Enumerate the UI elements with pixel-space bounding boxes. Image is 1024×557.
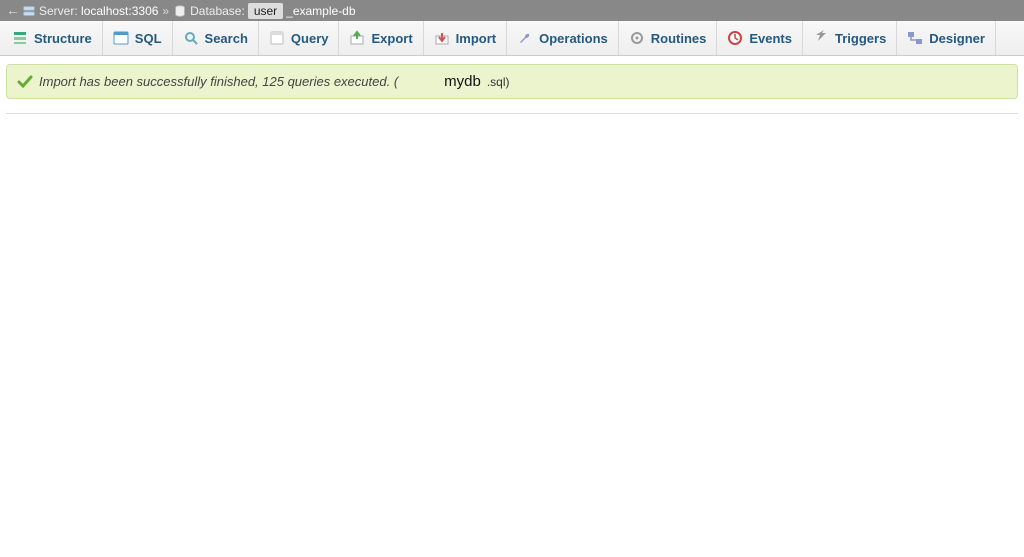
import-icon [434,30,450,46]
database-link[interactable]: _example-db [286,4,355,18]
imported-filename: mydb [444,73,481,90]
success-message: Import has been successfully finished, 1… [6,64,1018,99]
imported-file-ext: .sql) [487,75,510,89]
tab-sql[interactable]: SQL [103,21,173,55]
server-label: Server: [39,4,78,18]
sql-icon [113,30,129,46]
tab-operations[interactable]: Operations [507,21,619,55]
wrench-icon [517,30,533,46]
triggers-icon [813,30,829,46]
breadcrumb: ← Server: localhost:3306 » Database: use… [0,0,1024,21]
tab-export[interactable]: Export [339,21,423,55]
breadcrumb-separator: » [158,4,173,18]
routines-icon [629,30,645,46]
tab-query[interactable]: Query [259,21,340,55]
back-arrow[interactable]: ← [4,2,22,18]
database-user: user [248,3,283,19]
tab-structure[interactable]: Structure [2,21,103,55]
tab-label: Routines [651,31,707,46]
tab-label: Events [749,31,792,46]
clock-icon [727,30,743,46]
tab-bar: Structure SQL Search Query Export Import… [0,21,1024,56]
tab-label: Designer [929,31,985,46]
query-icon [269,30,285,46]
tab-label: Export [371,31,412,46]
search-icon [183,30,199,46]
divider [6,113,1018,114]
tab-label: Search [205,31,248,46]
check-icon [17,74,33,90]
tab-label: Query [291,31,329,46]
database-label: Database: [190,4,245,18]
tab-label: Operations [539,31,608,46]
database-icon [173,4,187,18]
export-icon [349,30,365,46]
structure-icon [12,30,28,46]
tab-routines[interactable]: Routines [619,21,718,55]
tab-triggers[interactable]: Triggers [803,21,897,55]
designer-icon [907,30,923,46]
tab-label: Triggers [835,31,886,46]
message-area: Import has been successfully finished, 1… [0,56,1024,99]
server-icon [22,4,36,18]
tab-search[interactable]: Search [173,21,259,55]
tab-designer[interactable]: Designer [897,21,996,55]
tab-events[interactable]: Events [717,21,803,55]
success-text: Import has been successfully finished, 1… [39,74,398,89]
server-link[interactable]: localhost:3306 [81,4,158,18]
tab-import[interactable]: Import [424,21,507,55]
tab-label: Import [456,31,496,46]
tab-label: SQL [135,31,162,46]
tab-label: Structure [34,31,92,46]
